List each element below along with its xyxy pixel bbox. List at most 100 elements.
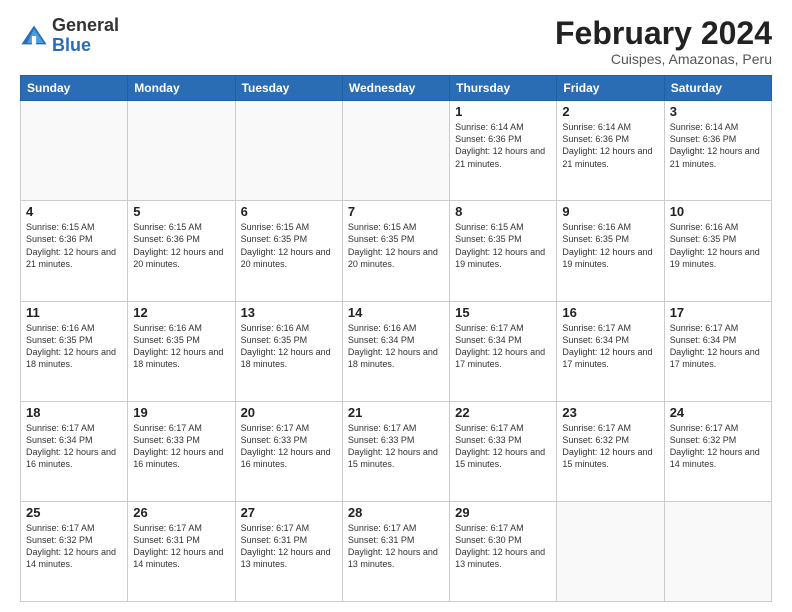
- calendar-cell: 14 Sunrise: 6:16 AMSunset: 6:34 PMDayligh…: [342, 301, 449, 401]
- day-info: Sunrise: 6:17 AMSunset: 6:34 PMDaylight:…: [455, 322, 551, 371]
- calendar-cell: 4 Sunrise: 6:15 AMSunset: 6:36 PMDaylight…: [21, 201, 128, 301]
- day-number: 1: [455, 104, 551, 119]
- day-info: Sunrise: 6:17 AMSunset: 6:33 PMDaylight:…: [241, 422, 337, 471]
- calendar-cell: 16 Sunrise: 6:17 AMSunset: 6:34 PMDayligh…: [557, 301, 664, 401]
- day-number: 20: [241, 405, 337, 420]
- calendar-cell: 29Sunrise: 6:17 AMSunset: 6:30 PMDayligh…: [450, 501, 557, 601]
- calendar-cell: 26Sunrise: 6:17 AMSunset: 6:31 PMDayligh…: [128, 501, 235, 601]
- day-info: Sunrise: 6:17 AMSunset: 6:34 PMDaylight:…: [562, 322, 658, 371]
- calendar-cell: [342, 101, 449, 201]
- day-number: 2: [562, 104, 658, 119]
- calendar-cell: 6 Sunrise: 6:15 AMSunset: 6:35 PMDaylight…: [235, 201, 342, 301]
- day-number: 6: [241, 204, 337, 219]
- day-info: Sunrise: 6:16 AMSunset: 6:34 PMDaylight:…: [348, 322, 444, 371]
- day-info: Sunrise: 6:14 AMSunset: 6:36 PMDaylight:…: [562, 121, 658, 170]
- day-number: 27: [241, 505, 337, 520]
- day-info: Sunrise: 6:17 AMSunset: 6:32 PMDaylight:…: [670, 422, 766, 471]
- header: General Blue February 2024 Cuispes, Amaz…: [20, 16, 772, 67]
- weekday-header-thursday: Thursday: [450, 76, 557, 101]
- calendar-cell: 10Sunrise: 6:16 AMSunset: 6:35 PMDayligh…: [664, 201, 771, 301]
- day-info: Sunrise: 6:17 AMSunset: 6:32 PMDaylight:…: [562, 422, 658, 471]
- day-info: Sunrise: 6:15 AMSunset: 6:35 PMDaylight:…: [348, 221, 444, 270]
- day-number: 16: [562, 305, 658, 320]
- calendar-cell: 2 Sunrise: 6:14 AMSunset: 6:36 PMDaylight…: [557, 101, 664, 201]
- day-info: Sunrise: 6:15 AMSunset: 6:36 PMDaylight:…: [133, 221, 229, 270]
- calendar-cell: 11 Sunrise: 6:16 AMSunset: 6:35 PMDayligh…: [21, 301, 128, 401]
- logo-icon: [20, 22, 48, 50]
- weekday-header-wednesday: Wednesday: [342, 76, 449, 101]
- day-number: 11: [26, 305, 122, 320]
- calendar-cell: 27 Sunrise: 6:17 AMSunset: 6:31 PMDayligh…: [235, 501, 342, 601]
- day-info: Sunrise: 6:17 AMSunset: 6:33 PMDaylight:…: [455, 422, 551, 471]
- day-number: 24: [670, 405, 766, 420]
- day-info: Sunrise: 6:17 AMSunset: 6:30 PMDaylight:…: [455, 522, 551, 571]
- day-number: 5: [133, 204, 229, 219]
- calendar-cell: 1 Sunrise: 6:14 AMSunset: 6:36 PMDaylight…: [450, 101, 557, 201]
- day-number: 8: [455, 204, 551, 219]
- day-info: Sunrise: 6:17 AMSunset: 6:34 PMDaylight:…: [670, 322, 766, 371]
- calendar-week-row: 4 Sunrise: 6:15 AMSunset: 6:36 PMDaylight…: [21, 201, 772, 301]
- weekday-header-monday: Monday: [128, 76, 235, 101]
- day-number: 19: [133, 405, 229, 420]
- day-number: 18: [26, 405, 122, 420]
- day-info: Sunrise: 6:17 AMSunset: 6:31 PMDaylight:…: [133, 522, 229, 571]
- day-number: 21: [348, 405, 444, 420]
- calendar-header-row: SundayMondayTuesdayWednesdayThursdayFrid…: [21, 76, 772, 101]
- calendar-cell: [128, 101, 235, 201]
- weekday-header-saturday: Saturday: [664, 76, 771, 101]
- calendar-cell: [21, 101, 128, 201]
- calendar-cell: 7 Sunrise: 6:15 AMSunset: 6:35 PMDaylight…: [342, 201, 449, 301]
- day-info: Sunrise: 6:17 AMSunset: 6:33 PMDaylight:…: [348, 422, 444, 471]
- logo: General Blue: [20, 16, 119, 56]
- title-location: Cuispes, Amazonas, Peru: [555, 51, 772, 67]
- calendar-cell: 23 Sunrise: 6:17 AMSunset: 6:32 PMDayligh…: [557, 401, 664, 501]
- day-info: Sunrise: 6:17 AMSunset: 6:32 PMDaylight:…: [26, 522, 122, 571]
- calendar-cell: 21 Sunrise: 6:17 AMSunset: 6:33 PMDayligh…: [342, 401, 449, 501]
- logo-blue: Blue: [52, 36, 119, 56]
- day-info: Sunrise: 6:16 AMSunset: 6:35 PMDaylight:…: [562, 221, 658, 270]
- page: General Blue February 2024 Cuispes, Amaz…: [0, 0, 792, 612]
- day-number: 23: [562, 405, 658, 420]
- calendar-week-row: 1 Sunrise: 6:14 AMSunset: 6:36 PMDaylight…: [21, 101, 772, 201]
- title-block: February 2024 Cuispes, Amazonas, Peru: [555, 16, 772, 67]
- day-info: Sunrise: 6:15 AMSunset: 6:35 PMDaylight:…: [241, 221, 337, 270]
- day-info: Sunrise: 6:14 AMSunset: 6:36 PMDaylight:…: [455, 121, 551, 170]
- calendar-week-row: 11 Sunrise: 6:16 AMSunset: 6:35 PMDayligh…: [21, 301, 772, 401]
- calendar-cell: 25 Sunrise: 6:17 AMSunset: 6:32 PMDayligh…: [21, 501, 128, 601]
- calendar-cell: 15Sunrise: 6:17 AMSunset: 6:34 PMDayligh…: [450, 301, 557, 401]
- day-number: 22: [455, 405, 551, 420]
- day-number: 14: [348, 305, 444, 320]
- day-info: Sunrise: 6:17 AMSunset: 6:31 PMDaylight:…: [241, 522, 337, 571]
- calendar-cell: 8 Sunrise: 6:15 AMSunset: 6:35 PMDaylight…: [450, 201, 557, 301]
- day-info: Sunrise: 6:16 AMSunset: 6:35 PMDaylight:…: [241, 322, 337, 371]
- day-number: 13: [241, 305, 337, 320]
- title-month: February 2024: [555, 16, 772, 51]
- calendar-cell: 9Sunrise: 6:16 AMSunset: 6:35 PMDaylight…: [557, 201, 664, 301]
- calendar-week-row: 25 Sunrise: 6:17 AMSunset: 6:32 PMDayligh…: [21, 501, 772, 601]
- day-info: Sunrise: 6:15 AMSunset: 6:35 PMDaylight:…: [455, 221, 551, 270]
- day-info: Sunrise: 6:17 AMSunset: 6:31 PMDaylight:…: [348, 522, 444, 571]
- day-number: 25: [26, 505, 122, 520]
- day-number: 3: [670, 104, 766, 119]
- calendar-table: SundayMondayTuesdayWednesdayThursdayFrid…: [20, 75, 772, 602]
- calendar-cell: [664, 501, 771, 601]
- calendar-cell: 24 Sunrise: 6:17 AMSunset: 6:32 PMDayligh…: [664, 401, 771, 501]
- calendar-cell: 13 Sunrise: 6:16 AMSunset: 6:35 PMDayligh…: [235, 301, 342, 401]
- day-info: Sunrise: 6:16 AMSunset: 6:35 PMDaylight:…: [133, 322, 229, 371]
- calendar-cell: 12Sunrise: 6:16 AMSunset: 6:35 PMDayligh…: [128, 301, 235, 401]
- weekday-header-sunday: Sunday: [21, 76, 128, 101]
- day-number: 7: [348, 204, 444, 219]
- day-number: 4: [26, 204, 122, 219]
- day-info: Sunrise: 6:15 AMSunset: 6:36 PMDaylight:…: [26, 221, 122, 270]
- calendar-cell: [557, 501, 664, 601]
- calendar-cell: [235, 101, 342, 201]
- weekday-header-friday: Friday: [557, 76, 664, 101]
- calendar-cell: 22 Sunrise: 6:17 AMSunset: 6:33 PMDayligh…: [450, 401, 557, 501]
- calendar-cell: 20 Sunrise: 6:17 AMSunset: 6:33 PMDayligh…: [235, 401, 342, 501]
- day-info: Sunrise: 6:16 AMSunset: 6:35 PMDaylight:…: [26, 322, 122, 371]
- weekday-header-tuesday: Tuesday: [235, 76, 342, 101]
- calendar-cell: 17Sunrise: 6:17 AMSunset: 6:34 PMDayligh…: [664, 301, 771, 401]
- calendar-cell: 3 Sunrise: 6:14 AMSunset: 6:36 PMDaylight…: [664, 101, 771, 201]
- day-info: Sunrise: 6:17 AMSunset: 6:33 PMDaylight:…: [133, 422, 229, 471]
- day-info: Sunrise: 6:14 AMSunset: 6:36 PMDaylight:…: [670, 121, 766, 170]
